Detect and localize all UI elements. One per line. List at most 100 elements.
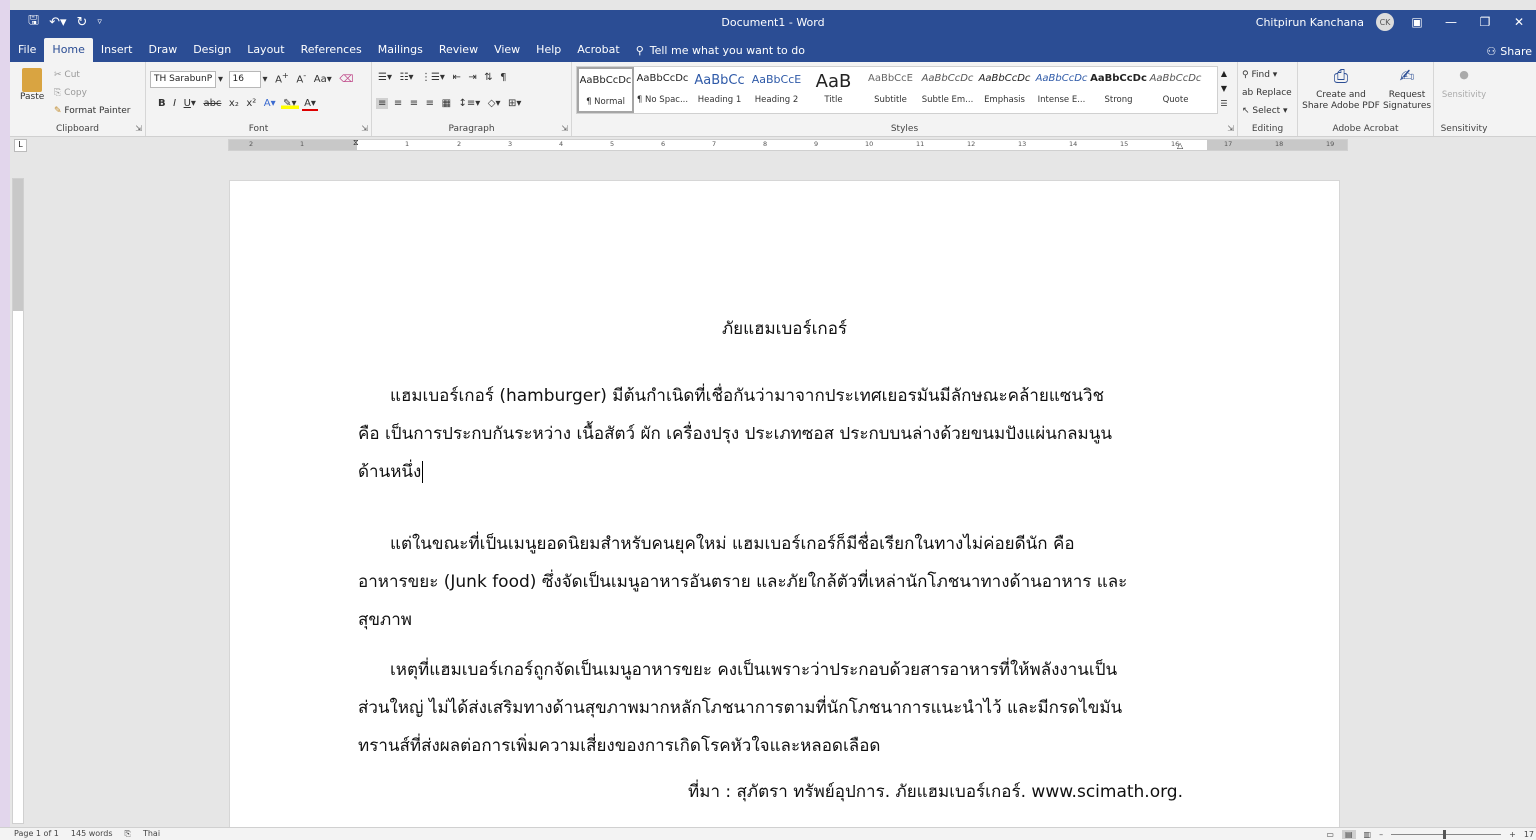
style-normal[interactable]: AaBbCcDc ¶ Normal <box>577 67 634 113</box>
align-center-icon[interactable]: ≡ <box>392 98 404 109</box>
numbering-icon[interactable]: ☷▾ <box>397 72 415 83</box>
italic-icon[interactable]: I <box>171 98 178 109</box>
vertical-ruler[interactable] <box>12 178 24 824</box>
clipboard-launcher-icon[interactable]: ⇲ <box>135 124 142 133</box>
increase-indent-icon[interactable]: ⇥ <box>466 72 478 83</box>
borders-icon[interactable]: ⊞▾ <box>506 98 523 109</box>
line-spacing-icon[interactable]: ↕≡▾ <box>457 98 483 109</box>
create-share-pdf-button[interactable]: ⎙ Create and Share Adobe PDF <box>1302 66 1380 112</box>
style-heading-1[interactable]: AaBbCc Heading 1 <box>691 67 748 113</box>
web-layout-icon[interactable]: ▥ <box>1364 830 1372 839</box>
superscript-icon[interactable]: x² <box>244 98 258 109</box>
tab-draw[interactable]: Draw <box>140 38 185 62</box>
shrink-font-icon[interactable]: A- <box>294 70 308 85</box>
undo-icon[interactable]: ↶▾ <box>49 15 66 30</box>
justify-icon[interactable]: ≡ <box>424 98 436 109</box>
cut-button[interactable]: ✂ Cut <box>54 66 131 84</box>
proofing-icon[interactable]: ⎘ <box>125 829 131 839</box>
show-formatting-marks-icon[interactable]: ¶ <box>498 72 508 83</box>
tab-view[interactable]: View <box>486 38 528 62</box>
close-button[interactable]: ✕ <box>1508 15 1530 29</box>
horizontal-ruler[interactable]: 2 1 1 2 3 4 5 6 7 8 9 10 11 12 13 14 15 … <box>228 138 1348 151</box>
avatar[interactable]: CK <box>1376 13 1394 31</box>
decrease-indent-icon[interactable]: ⇤ <box>450 72 462 83</box>
first-line-indent-marker[interactable]: ⧖ <box>353 138 359 148</box>
share-button[interactable]: ⚇ Share <box>1486 45 1532 58</box>
tab-review[interactable]: Review <box>431 38 486 62</box>
minimize-button[interactable]: — <box>1440 15 1462 29</box>
restore-button[interactable]: ❐ <box>1474 15 1496 29</box>
styles-launcher-icon[interactable]: ⇲ <box>1227 124 1234 133</box>
clear-formatting-icon[interactable]: ⌫ <box>337 74 355 85</box>
style-intense-emphasis[interactable]: AaBbCcDc Intense E... <box>1033 67 1090 113</box>
customize-qat-icon[interactable]: ▿ <box>97 17 102 27</box>
paragraph-launcher-icon[interactable]: ⇲ <box>561 124 568 133</box>
subscript-icon[interactable]: x₂ <box>227 98 241 109</box>
gallery-more-icon[interactable]: ☰ <box>1218 96 1230 111</box>
tab-selector-icon[interactable]: L <box>14 139 27 152</box>
sort-icon[interactable]: ⇅ <box>482 72 494 83</box>
change-case-icon[interactable]: Aa▾ <box>312 74 334 85</box>
shading-icon[interactable]: ◇▾ <box>486 98 503 109</box>
text-effects-icon[interactable]: A▾ <box>262 98 278 109</box>
right-indent-marker[interactable]: △ <box>1177 141 1183 150</box>
thai-distributed-icon[interactable]: ▦ <box>440 98 453 109</box>
request-signatures-button[interactable]: ✍ Request Signatures <box>1382 66 1432 112</box>
multilevel-list-icon[interactable]: ⋮☰▾ <box>419 72 447 83</box>
bold-icon[interactable]: B <box>156 98 168 109</box>
document-page[interactable]: ภัยแฮมเบอร์เกอร์ แฮมเบอร์เกอร์ (hamburge… <box>229 180 1340 839</box>
style-strong[interactable]: AaBbCcDc Strong <box>1090 67 1147 113</box>
read-mode-icon[interactable]: ▭ <box>1326 830 1334 839</box>
tab-acrobat[interactable]: Acrobat <box>569 38 627 62</box>
tab-insert[interactable]: Insert <box>93 38 141 62</box>
zoom-in-icon[interactable]: + <box>1509 830 1516 839</box>
select-button[interactable]: ↖ Select ▾ <box>1242 102 1292 120</box>
tab-file[interactable]: File <box>10 38 44 62</box>
gallery-scroll-down-icon[interactable]: ▼ <box>1218 81 1230 96</box>
find-button[interactable]: ⚲ Find ▾ <box>1242 66 1292 84</box>
tab-layout[interactable]: Layout <box>239 38 292 62</box>
chevron-down-icon[interactable]: ▾ <box>216 74 225 85</box>
grow-font-icon[interactable]: A+ <box>273 70 291 85</box>
highlight-icon[interactable]: ✎▾ <box>281 98 299 109</box>
style-subtle-emphasis[interactable]: AaBbCcDc Subtle Em... <box>919 67 976 113</box>
underline-icon[interactable]: U▾ <box>182 98 198 109</box>
style-title[interactable]: AaB Title <box>805 67 862 113</box>
paste-button[interactable]: Paste <box>20 68 44 102</box>
replace-button[interactable]: ab Replace <box>1242 84 1292 102</box>
tab-mailings[interactable]: Mailings <box>370 38 431 62</box>
style-emphasis[interactable]: AaBbCcDc Emphasis <box>976 67 1033 113</box>
bullets-icon[interactable]: ☰▾ <box>376 72 394 83</box>
style-quote[interactable]: AaBbCcDc Quote <box>1147 67 1204 113</box>
style-no-spacing[interactable]: AaBbCcDc ¶ No Spac... <box>634 67 691 113</box>
align-right-icon[interactable]: ≡ <box>408 98 420 109</box>
sensitivity-button[interactable]: ● Sensitivity <box>1436 68 1492 100</box>
zoom-out-icon[interactable]: – <box>1379 830 1383 839</box>
print-layout-icon[interactable]: ▤ <box>1341 829 1356 839</box>
style-subtitle[interactable]: AaBbCcE Subtitle <box>862 67 919 113</box>
font-size-dropdown[interactable]: 16 <box>228 70 261 88</box>
zoom-level[interactable]: 17 <box>1524 830 1534 839</box>
word-count[interactable]: 145 words <box>71 829 113 839</box>
style-heading-2[interactable]: AaBbCcE Heading 2 <box>748 67 805 113</box>
font-launcher-icon[interactable]: ⇲ <box>361 124 368 133</box>
copy-button[interactable]: ⎘ Copy <box>54 84 131 102</box>
tab-home[interactable]: Home <box>44 38 93 62</box>
redo-icon[interactable]: ↻ <box>77 15 88 30</box>
save-icon[interactable]: 🖫 <box>28 11 39 33</box>
chevron-down-icon[interactable]: ▾ <box>261 74 270 85</box>
page-count[interactable]: Page 1 of 1 <box>14 829 59 839</box>
tab-help[interactable]: Help <box>528 38 569 62</box>
gallery-scroll-up-icon[interactable]: ▲ <box>1218 66 1230 81</box>
zoom-slider[interactable] <box>1391 829 1502 839</box>
ribbon-display-options-icon[interactable]: ▣ <box>1406 15 1428 29</box>
tab-design[interactable]: Design <box>185 38 239 62</box>
font-color-icon[interactable]: A▾ <box>302 98 318 111</box>
user-name[interactable]: Chitpirun Kanchana <box>1256 16 1364 29</box>
align-left-icon[interactable]: ≡ <box>376 98 389 109</box>
strikethrough-icon[interactable]: abc <box>201 98 223 109</box>
language-indicator[interactable]: Thai <box>143 829 160 839</box>
zoom-slider-thumb[interactable] <box>1443 829 1447 839</box>
tell-me-box[interactable]: ⚲ Tell me what you want to do <box>636 38 805 62</box>
font-name-dropdown[interactable]: TH SarabunP <box>150 70 216 88</box>
